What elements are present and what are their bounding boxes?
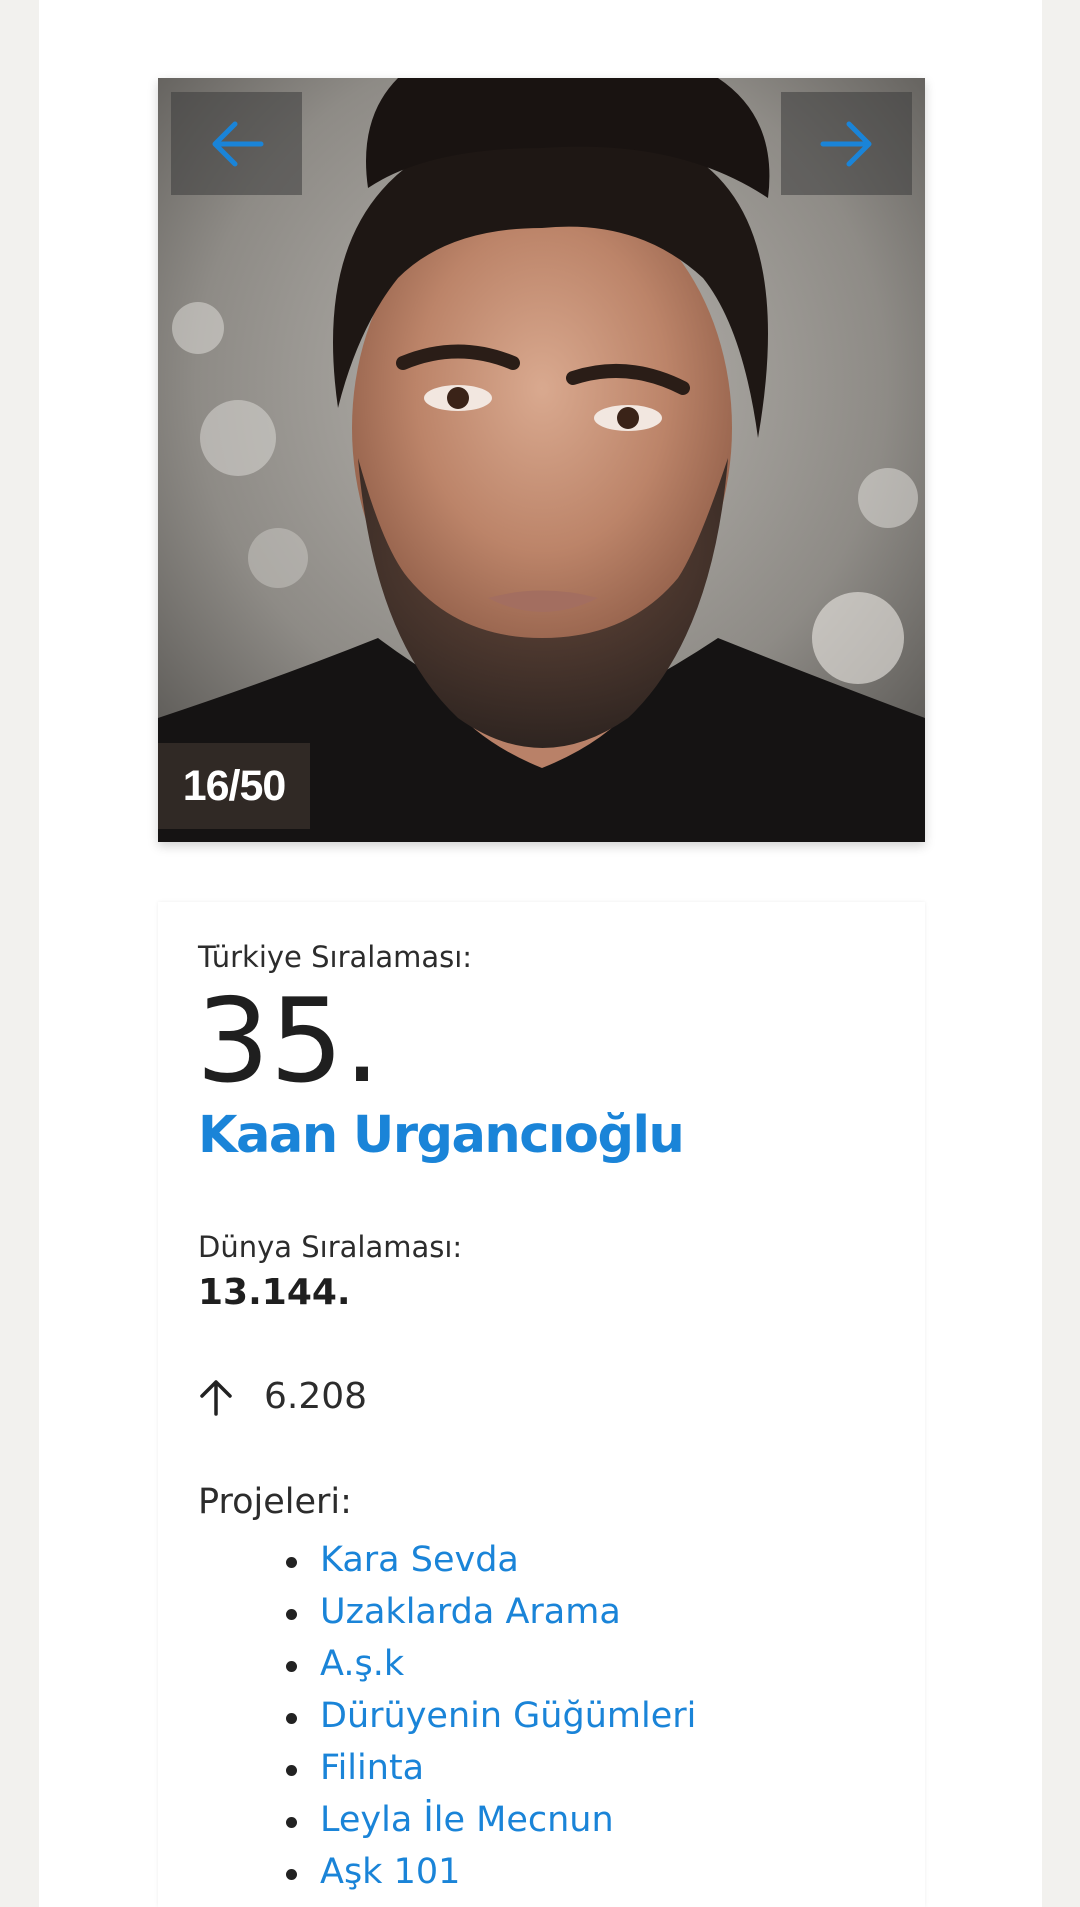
projects-list: Kara Sevda Uzaklarda Arama A.ş.k Dürüyen… (158, 1534, 696, 1898)
turkey-rank-value: 35. (196, 974, 381, 1109)
actor-name-link[interactable]: Kaan Urgancıoğlu (198, 1106, 685, 1165)
project-link[interactable]: Filinta (320, 1748, 424, 1788)
previous-photo-button[interactable] (171, 92, 302, 195)
list-item: Aşk 101 (158, 1846, 696, 1898)
list-item: Leyla İle Mecnun (158, 1794, 696, 1846)
world-rank-value: 13.144. (198, 1272, 351, 1313)
turkey-rank-label: Türkiye Sıralaması: (198, 940, 473, 974)
ranking-card: Türkiye Sıralaması: 35. Kaan Urgancıoğlu… (158, 902, 925, 1907)
arrow-right-icon (820, 121, 871, 166)
rank-change-value: 6.208 (264, 1376, 368, 1417)
list-item: Dürüyenin Güğümleri (158, 1690, 696, 1742)
next-photo-button[interactable] (781, 92, 912, 195)
photo-carousel: 16/50 (158, 78, 925, 842)
arrow-up-icon (200, 1379, 232, 1416)
projects-label: Projeleri: (198, 1482, 352, 1522)
project-link[interactable]: Kara Sevda (320, 1540, 519, 1580)
photo-counter: 16/50 (158, 743, 310, 829)
project-link[interactable]: A.ş.k (320, 1644, 404, 1684)
world-rank-label: Dünya Sıralaması: (198, 1230, 463, 1264)
rank-change: 6.208 (198, 1376, 367, 1417)
project-link[interactable]: Leyla İle Mecnun (320, 1800, 614, 1840)
arrow-left-icon (212, 121, 263, 166)
list-item: A.ş.k (158, 1638, 696, 1690)
list-item: Uzaklarda Arama (158, 1586, 696, 1638)
list-item: Filinta (158, 1742, 696, 1794)
project-link[interactable]: Dürüyenin Güğümleri (320, 1696, 696, 1736)
list-item: Kara Sevda (158, 1534, 696, 1586)
project-link[interactable]: Uzaklarda Arama (320, 1592, 621, 1632)
project-link[interactable]: Aşk 101 (320, 1852, 460, 1892)
